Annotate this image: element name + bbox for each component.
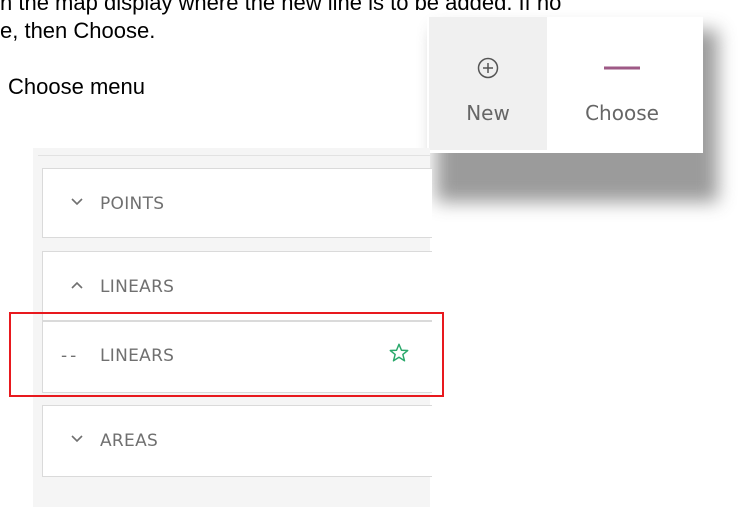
instruction-line-2: e, then Choose.: [0, 18, 156, 43]
divider: [38, 155, 430, 156]
plus-circle-icon: [477, 47, 499, 89]
new-button[interactable]: New: [429, 17, 547, 150]
section-label-areas: AREAS: [100, 431, 159, 451]
item-prefix: --: [61, 346, 80, 366]
figure-caption: Choose menu: [8, 74, 145, 99]
chevron-down-icon: [71, 431, 83, 447]
new-button-label: New: [466, 101, 510, 125]
section-header-linears[interactable]: LINEARS: [42, 251, 432, 321]
create-popup-toolbar: New Choose: [427, 17, 703, 153]
section-label-linears: LINEARS: [100, 277, 175, 297]
section-header-areas[interactable]: AREAS: [42, 405, 432, 477]
chevron-down-icon: [71, 194, 83, 210]
instruction-line-1: n the map display where the new line is …: [0, 0, 562, 15]
choose-button[interactable]: Choose: [557, 17, 687, 150]
line-icon: [604, 47, 640, 89]
star-outline-icon[interactable]: [388, 342, 410, 364]
section-label-points: POINTS: [100, 194, 165, 214]
choose-button-label: Choose: [585, 101, 659, 125]
item-label-linears: LINEARS: [100, 346, 175, 366]
chevron-up-icon: [71, 277, 83, 293]
list-item-linears[interactable]: -- LINEARS: [42, 321, 432, 393]
section-header-points[interactable]: POINTS: [42, 168, 432, 238]
